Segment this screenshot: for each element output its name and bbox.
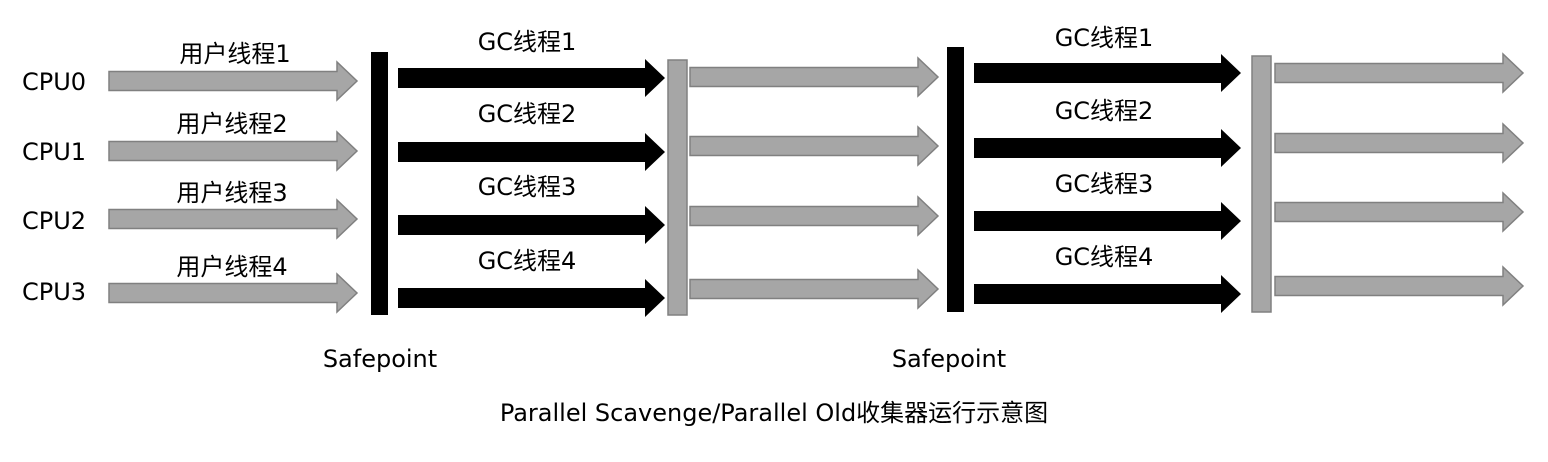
gc-thread-label-2a: GC线程2 (477, 100, 577, 128)
user-thread-label-4: 用户线程4 (176, 253, 288, 281)
gc-arrow-1-2 (398, 133, 665, 171)
resume-arrow-2-1 (1274, 52, 1525, 94)
gc-arrow-2-1 (974, 54, 1241, 92)
gc-thread-label-4a: GC线程4 (477, 247, 577, 275)
gc-arrow-1-1 (398, 59, 665, 97)
gc-thread-label-3b: GC线程3 (1054, 170, 1154, 198)
gc-thread-label-1b: GC线程1 (1054, 24, 1154, 52)
cpu-label-0: CPU0 (22, 68, 87, 96)
user-thread-label-1: 用户线程1 (179, 40, 291, 68)
parallel-gc-diagram (108, 47, 1525, 317)
gc-arrow-2-3 (974, 202, 1241, 240)
resume-arrow-1-4 (689, 268, 940, 310)
user-thread-label-2: 用户线程2 (176, 110, 288, 138)
resume-arrow-1-3 (689, 195, 940, 237)
safepoint-label-1: Safepoint (322, 345, 438, 373)
gc-thread-label-1a: GC线程1 (477, 28, 577, 56)
resume-arrow-2-4 (1274, 265, 1525, 307)
cpu-label-2: CPU2 (22, 207, 87, 235)
gc-arrow-2-2 (974, 129, 1241, 167)
cpu-label-3: CPU3 (22, 278, 87, 306)
gc-arrow-1-4 (398, 279, 665, 317)
cpu-label-1: CPU1 (22, 138, 87, 166)
resume-arrow-1-1 (689, 56, 940, 98)
resume-bar-2 (1251, 55, 1272, 313)
gc-arrow-1-3 (398, 206, 665, 244)
gc-thread-label-3a: GC线程3 (477, 173, 577, 201)
user-thread-label-3: 用户线程3 (176, 179, 288, 207)
safepoint-bar-2 (947, 47, 964, 312)
resume-bar-1 (667, 59, 688, 316)
arrows-group (108, 52, 1525, 317)
gc-thread-label-4b: GC线程4 (1054, 243, 1154, 271)
resume-arrow-2-3 (1274, 191, 1525, 233)
safepoint-bar-1 (371, 52, 388, 315)
resume-arrow-1-2 (689, 125, 940, 167)
resume-arrow-2-2 (1274, 122, 1525, 164)
gc-arrow-2-4 (974, 275, 1241, 313)
diagram-caption: Parallel Scavenge/Parallel Old收集器运行示意图 (499, 399, 1049, 427)
gc-thread-label-2b: GC线程2 (1054, 97, 1154, 125)
safepoint-label-2: Safepoint (891, 345, 1007, 373)
